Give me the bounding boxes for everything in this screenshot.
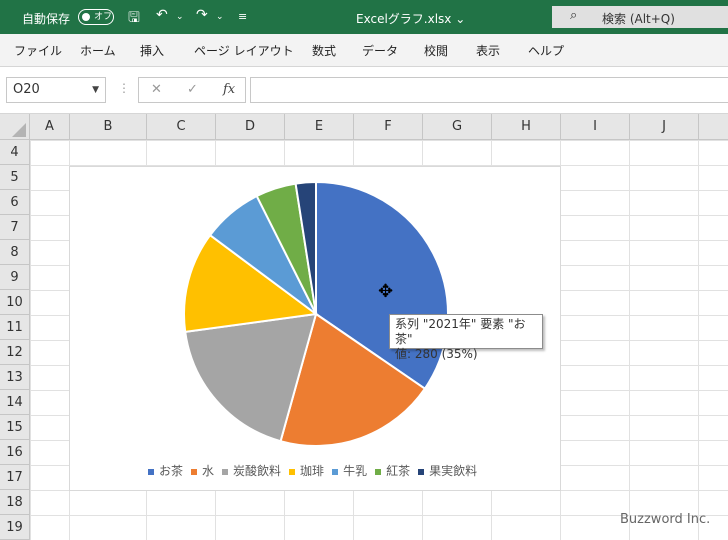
tab-review[interactable]: 校閲 [424,42,448,59]
title-bar: 自動保存 オフ 🖫 ↶ ⌄ ↷ ⌄ ≡ Excelグラフ.xlsx ⌄ ⌕ 検索… [0,0,728,34]
legend-item[interactable]: 牛乳 [332,462,367,479]
undo-dropdown-icon[interactable]: ⌄ [176,12,184,22]
enter-icon[interactable]: ✓ [187,82,198,97]
row-header-17[interactable]: 17 [0,465,30,490]
tab-view[interactable]: 表示 [476,42,500,59]
column-header-e[interactable]: E [285,114,354,140]
legend-swatch [148,468,154,475]
row-header-19[interactable]: 19 [0,515,30,540]
redo-icon[interactable]: ↷ [196,7,208,23]
insert-function-icon[interactable]: fx [223,82,235,97]
select-all-corner[interactable] [0,114,30,140]
name-box-value: O20 [13,82,40,97]
move-cursor-icon: ✥ [378,281,394,302]
gridline [698,140,699,540]
legend-item[interactable]: 水 [191,462,214,479]
cancel-icon[interactable]: ✕ [151,82,162,97]
tab-formulas[interactable]: 数式 [312,42,336,59]
formula-input[interactable] [250,77,728,103]
column-header-b[interactable]: B [70,114,147,140]
tab-file[interactable]: ファイル [14,42,62,59]
tab-home[interactable]: ホーム [80,42,116,59]
gridline [629,140,630,540]
row-header-5[interactable]: 5 [0,165,30,190]
ribbon-tabs: ファイル ホーム 挿入 ページ レイアウト 数式 データ 校閲 表示 ヘルプ [0,34,728,67]
legend-swatch [375,468,382,475]
document-title[interactable]: Excelグラフ.xlsx ⌄ [356,10,465,27]
legend-swatch [222,468,229,475]
legend-item[interactable]: お茶 [148,462,183,479]
legend-label: 果実飲料 [429,464,478,478]
tab-data[interactable]: データ [362,42,398,59]
autosave-label: 自動保存 [22,12,71,26]
column-header-j[interactable]: J [630,114,699,140]
chart-tooltip: 系列 "2021年" 要素 "お茶" 値: 280 (35%) [389,314,543,361]
legend-label: 紅茶 [386,464,411,478]
row-header-4[interactable]: 4 [0,140,30,165]
column-header-k[interactable] [699,114,728,140]
toggle-knob [82,13,90,21]
more-options-icon[interactable]: ⋮ [118,81,130,95]
chevron-down-icon[interactable]: ▼ [92,78,99,102]
legend-label: 水 [202,464,215,478]
tab-insert[interactable]: 挿入 [140,42,164,59]
chart-legend[interactable]: お茶 水 炭酸飲料 珈琲 牛乳 紅茶 果実飲料 [148,462,485,479]
legend-item[interactable]: 紅茶 [375,462,410,479]
column-header-f[interactable]: F [354,114,423,140]
column-header-g[interactable]: G [423,114,492,140]
legend-swatch [418,468,425,475]
row-header-10[interactable]: 10 [0,290,30,315]
legend-item[interactable]: 珈琲 [289,462,324,479]
tooltip-series-element: 系列 "2021年" 要素 "お茶" [395,317,526,346]
autosave-toggle[interactable]: オフ [78,9,114,25]
legend-swatch [191,468,198,475]
save-icon[interactable]: 🖫 [128,7,140,31]
formula-bar: O20 ▼ ⋮ ✕ ✓ fx [0,67,728,114]
legend-label: 炭酸飲料 [233,464,282,478]
undo-icon[interactable]: ↶ [156,7,168,23]
column-header-d[interactable]: D [216,114,285,140]
search-icon: ⌕ [570,8,578,23]
customize-qat-icon[interactable]: ≡ [238,10,247,23]
legend-label: 牛乳 [343,464,368,478]
name-box[interactable]: O20 ▼ [6,77,106,103]
toggle-state: オフ [94,12,113,22]
tab-help[interactable]: ヘルプ [528,42,564,59]
legend-item[interactable]: 果実飲料 [418,462,477,479]
tooltip-value: 値: 280 (35%) [395,347,478,361]
legend-item[interactable]: 炭酸飲料 [222,462,281,479]
redo-dropdown-icon[interactable]: ⌄ [216,12,224,22]
row-header-6[interactable]: 6 [0,190,30,215]
row-header-12[interactable]: 12 [0,340,30,365]
row-header-9[interactable]: 9 [0,265,30,290]
formula-buttons: ✕ ✓ fx [138,77,246,103]
search-box[interactable]: ⌕ 検索 (Alt+Q) [552,6,728,28]
search-placeholder: 検索 (Alt+Q) [602,12,675,26]
legend-label: お茶 [159,464,184,478]
row-header-11[interactable]: 11 [0,315,30,340]
row-header-7[interactable]: 7 [0,215,30,240]
watermark: Buzzword Inc. [620,512,711,527]
legend-swatch [289,468,296,475]
legend-swatch [332,468,339,475]
column-header-a[interactable]: A [30,114,70,140]
row-header-13[interactable]: 13 [0,365,30,390]
row-header-14[interactable]: 14 [0,390,30,415]
column-header-c[interactable]: C [147,114,216,140]
legend-label: 珈琲 [300,464,325,478]
select-all-triangle-icon [12,123,26,137]
row-header-18[interactable]: 18 [0,490,30,515]
tab-page-layout[interactable]: ページ レイアウト [194,42,294,59]
column-header-i[interactable]: I [561,114,630,140]
column-header-h[interactable]: H [492,114,561,140]
row-header-16[interactable]: 16 [0,440,30,465]
row-header-15[interactable]: 15 [0,415,30,440]
row-header-8[interactable]: 8 [0,240,30,265]
